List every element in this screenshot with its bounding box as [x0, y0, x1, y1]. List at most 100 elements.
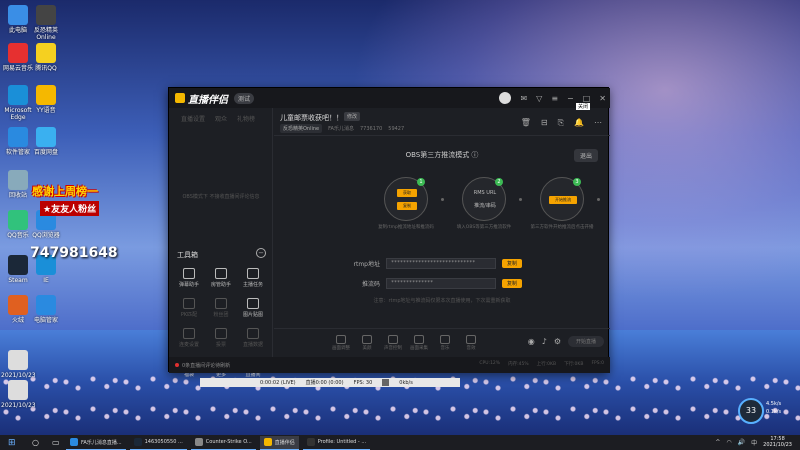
bottom-tool-label: 美颜	[362, 345, 372, 351]
maximize-icon[interactable]: □	[583, 94, 591, 103]
step-connector	[519, 198, 522, 201]
share-icon[interactable]: ⎘	[558, 118, 564, 128]
network-speed-widget[interactable]: 33	[738, 398, 764, 424]
toolbox-item[interactable]: 粉丝团	[205, 298, 237, 318]
stream-key-field[interactable]: **************	[386, 278, 496, 289]
system-clock[interactable]: 17:58 2021/10/23	[763, 436, 792, 448]
toolbox-item[interactable]: 主播任务	[237, 268, 269, 288]
user-avatar[interactable]	[499, 92, 512, 104]
sidebar-tab[interactable]: 直播设置	[181, 114, 205, 123]
room-meta: 反恐精英Online FA乐儿消息 7736170 59427	[280, 124, 404, 133]
bottom-tool-icon	[466, 334, 476, 344]
exit-obs-button[interactable]: 退出	[573, 149, 598, 162]
start-live-button[interactable]: 开始直播	[567, 336, 604, 347]
bottom-tool-label: 画面采集	[410, 345, 428, 351]
desktop-icon-label: 百度网盘	[33, 149, 58, 156]
tool-icon	[183, 268, 195, 279]
step-connector	[597, 198, 600, 201]
bottom-tool-icon	[336, 334, 346, 344]
bell-icon[interactable]: 🔔	[574, 118, 584, 128]
app-logo: 直播伴侣	[175, 91, 228, 106]
clock-date: 2021/10/23	[763, 442, 792, 448]
ime-icon[interactable]: 中	[751, 438, 757, 447]
desktop-icon[interactable]: YY语音	[29, 85, 63, 114]
windows-start-icon[interactable]: ⊞	[8, 438, 22, 448]
toolbox-collapse-button[interactable]: −	[256, 248, 266, 258]
category-chip[interactable]: 反恐精英Online	[280, 124, 323, 133]
version-badge[interactable]: 测试	[234, 92, 255, 104]
room-edit-badge[interactable]: 修改	[344, 112, 361, 121]
trash-icon[interactable]: 🗑	[521, 118, 531, 128]
toolbox-item[interactable]: PK匹配	[173, 298, 205, 318]
toolbox-item[interactable]: 投票	[205, 328, 237, 348]
toolbox-item[interactable]: 直播数据	[237, 328, 269, 348]
desktop-icon-label: 2021/10/23	[1, 372, 36, 379]
toolbox-item[interactable]: 房管助手	[205, 268, 237, 288]
tray-chevron-icon[interactable]: ^	[715, 439, 720, 446]
toolbox-item[interactable]: 连麦设置	[173, 328, 205, 348]
bottom-tool-icon	[362, 334, 372, 344]
sidebar-tab[interactable]: 观众	[215, 114, 227, 123]
tool-icon	[247, 298, 259, 309]
bottom-tool[interactable]: 音乐	[434, 334, 456, 351]
start-push-button[interactable]: 开始推流	[549, 196, 577, 204]
taskbar-app[interactable]: 1463050550 ...	[129, 436, 187, 450]
desktop-icon[interactable]: 回收站	[1, 170, 35, 199]
bottom-tool[interactable]: 声音控制	[382, 334, 404, 351]
settings-icon[interactable]: ⚙	[554, 337, 561, 346]
get-url-button[interactable]: 获取	[397, 189, 417, 197]
copy-rtmp-button[interactable]: 复制	[502, 259, 523, 268]
bottom-tool[interactable]: 画面调整	[330, 334, 352, 351]
task-view-icon[interactable]: ▭	[52, 438, 62, 447]
rtmp-field[interactable]: ****************************	[386, 258, 496, 269]
close-tooltip: 关闭	[576, 103, 591, 110]
menu-icon[interactable]: ≡	[551, 94, 558, 103]
app-icon	[8, 170, 28, 190]
filter-icon[interactable]: ▽	[536, 94, 542, 103]
bottom-tool[interactable]: 美颜	[356, 334, 378, 351]
message-icon[interactable]: ✉	[520, 94, 527, 103]
sidebar-tab[interactable]: 礼物榜	[237, 114, 255, 123]
taskbar-app[interactable]: Profile: Untitled - ...	[302, 436, 371, 450]
desktop-icon[interactable]: 反恐精英Online	[29, 5, 63, 41]
taskbar-app-label: FA乐儿消息直播...	[81, 439, 122, 446]
taskbar-app-icon	[263, 438, 272, 446]
download-speed: 0.1k/s	[766, 409, 782, 415]
app-icon	[8, 350, 28, 370]
room-title[interactable]: 儿童邮票收获吧！！！	[280, 113, 350, 123]
bottom-tool[interactable]: 画面采集	[408, 334, 430, 351]
desktop-icon[interactable]: 腾讯QQ	[29, 43, 63, 72]
search-icon[interactable]: ○	[32, 438, 42, 447]
bottom-tool[interactable]: 音效	[460, 334, 482, 351]
desktop-icon[interactable]: 电脑管家	[29, 295, 63, 324]
sidebar-empty-text: OBS模式下 不接收直播间评论信息	[182, 194, 260, 200]
more-icon[interactable]: ⋯	[594, 118, 602, 128]
taskbar-app[interactable]: Counter-Strike O...	[190, 436, 256, 450]
stream-key-label: 推流码	[361, 281, 380, 288]
desktop-icon[interactable]: 2021/10/23	[1, 380, 36, 409]
desktop-icon[interactable]: 百度网盘	[29, 127, 63, 156]
toolbox-item[interactable]: 图片贴图	[237, 298, 269, 318]
obs-status-strip: 0:00:02 (LIVE) 直播0:00 (0:00) FPS: 30 0kb…	[200, 378, 460, 387]
camera-icon[interactable]: ◉	[528, 337, 535, 346]
desktop-icon-label: IE	[43, 277, 49, 284]
app-sidebar: 直播设置 观众 礼物榜 OBS模式下 不接收直播间评论信息 工具箱 − 弹幕助手 房管…	[169, 108, 273, 378]
minimize-icon[interactable]: −	[567, 94, 574, 103]
close-icon[interactable]: ✕	[599, 94, 606, 103]
taskbar-app[interactable]: FA乐儿消息直播...	[66, 436, 126, 450]
copy-code-button[interactable]: 复制	[397, 202, 417, 210]
app-titlebar: 直播伴侣 测试 ✉ ▽ ≡ − □ ✕	[169, 88, 610, 108]
toolbox-item[interactable]: 弹幕助手	[173, 268, 205, 288]
volume-icon[interactable]: 🔊	[738, 439, 745, 446]
taskbar-app-icon	[306, 438, 315, 446]
lock-icon[interactable]: ⊟	[541, 118, 548, 128]
bottom-right-controls: ◉ ♪ ⚙ 开始直播	[528, 336, 604, 347]
mic-icon[interactable]: ♪	[542, 337, 547, 346]
bottom-toolbar: 画面调整 美颜 声音控制 画面采集 音乐 音效 ◉ ♪ ⚙ 开始直播	[274, 328, 610, 356]
taskbar-app[interactable]: 直播伴侣	[259, 435, 299, 450]
network-icon[interactable]: ◠	[726, 439, 731, 446]
copy-stream-key-button[interactable]: 复制	[502, 279, 523, 288]
desktop-icon[interactable]: 2021/10/23	[1, 350, 36, 379]
app-icon	[8, 210, 28, 230]
app-icon	[8, 380, 28, 400]
